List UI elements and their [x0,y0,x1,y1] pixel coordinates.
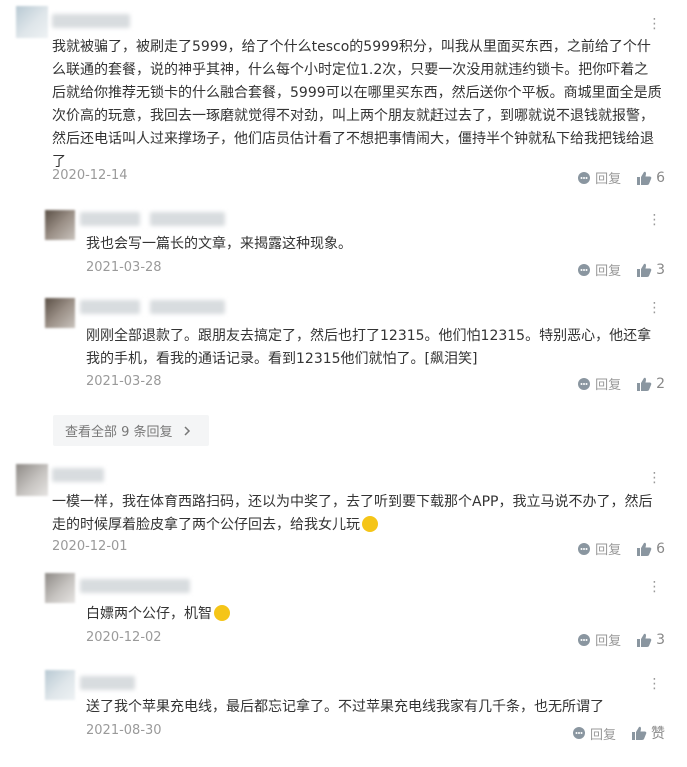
comment-text: 我也会写一篇长的文章，来揭露这种现象。 [86,236,352,252]
like-count: 2 [656,375,665,392]
view-all-replies-button[interactable]: 查看全部 9 条回复 [53,415,209,446]
username[interactable] [80,300,140,314]
like-button[interactable]: 2 [637,376,665,392]
comment-text: 我就被骗了，被刷走了5999，给了个什么tesco的5999积分，叫我从里面买东… [52,39,662,170]
reply-item: ⋮ 刚刚全部退款了。跟朋友去搞定了，然后也打了12315。他们怕12315。特别… [0,290,687,400]
like-button[interactable]: 6 [637,541,665,557]
reply-label: 回复 [595,172,622,187]
emoji-image: [飙泪笑] [424,351,478,367]
more-icon[interactable]: ⋮ [647,212,663,228]
comment-actions: 回复 6 [577,168,665,187]
comment-text: 送了我个苹果充电线，最后都忘记拿了。不过苹果充电线我家有几千条，也无所谓了 [86,699,604,715]
comment-text-body: 白嫖两个公仔，机智 [86,606,212,622]
more-icon[interactable]: ⋮ [647,579,663,595]
reply-button[interactable]: 回复 [577,260,621,279]
reply-label: 回复 [595,264,622,279]
comment-actions: 回复 3 [577,630,665,649]
avatar[interactable] [16,6,48,38]
reply-label: 回复 [589,727,616,743]
reply-icon [578,633,591,646]
reply-button[interactable]: 回复 [577,630,621,649]
reply-icon [578,263,591,276]
reply-label: 回复 [595,634,622,649]
like-icon [637,377,652,391]
like-button[interactable]: 6 [637,170,665,186]
username[interactable] [80,676,135,690]
like-button[interactable]: 3 [637,262,665,278]
reply-to-username[interactable] [150,300,225,314]
like-icon [637,542,652,556]
username[interactable] [52,468,104,482]
like-icon [632,726,647,740]
like-button[interactable]: 3 [637,632,665,648]
avatar[interactable] [45,210,75,240]
comment-date: 2020-12-01 [52,539,128,554]
reply-label: 回复 [595,378,622,393]
reply-icon [578,171,591,184]
more-icon[interactable]: ⋮ [647,470,663,486]
reply-to-username[interactable] [150,212,225,226]
reply-button[interactable]: 回复 [572,724,616,743]
reply-icon [578,377,591,390]
grin-sweat-emoji-icon [362,516,378,532]
comment-date: 2021-08-30 [86,723,162,738]
comment-actions: 回复 3 [577,260,665,279]
comment-date: 2020-12-02 [86,630,162,645]
comment-actions: 回复 赞 [572,723,665,743]
comment-item: ⋮ 一模一样，我在体育西路扫码，还以为中奖了，去了听到要下载那个APP，我立马说… [0,460,687,560]
reply-icon [572,727,585,739]
like-count: 6 [656,169,665,186]
reply-icon [578,542,591,555]
chevron-right-icon [184,425,190,436]
like-button[interactable]: 赞 [632,723,665,743]
comment-text: 刚刚全部退款了。跟朋友去搞定了，然后也打了12315。他们怕12315。特别恶心… [86,325,661,371]
comment-date: 2020-12-14 [52,168,128,183]
comment-actions: 回复 2 [577,374,665,393]
comment-text-body: 刚刚全部退款了。跟朋友去搞定了，然后也打了12315。他们怕12315。特别恶心… [86,328,652,367]
comment-text-body: 一模一样，我在体育西路扫码，还以为中奖了，去了听到要下载那个APP，我立马说不办… [52,494,653,533]
username[interactable] [80,212,140,226]
avatar[interactable] [16,464,48,496]
avatar[interactable] [45,573,75,603]
more-icon[interactable]: ⋮ [647,676,663,692]
comment-date: 2021-03-28 [86,260,162,275]
reply-item: ⋮ 我也会写一篇长的文章，来揭露这种现象。 2021-03-28 回复 3 [0,200,687,290]
like-count: 6 [656,540,665,557]
like-icon [637,633,652,647]
reply-button[interactable]: 回复 [577,168,621,187]
comment-item: ⋮ 我就被骗了，被刷走了5999，给了个什么tesco的5999积分，叫我从里面… [0,0,687,190]
avatar[interactable] [45,298,75,328]
more-icon[interactable]: ⋮ [647,16,663,32]
reply-item: ⋮ 白嫖两个公仔，机智 2020-12-02 回复 3 [0,565,687,655]
comment-actions: 回复 6 [577,539,665,558]
like-count: 3 [656,631,665,648]
reply-button[interactable]: 回复 [577,539,621,558]
like-icon [637,171,652,185]
reply-item: ⋮ 送了我个苹果充电线，最后都忘记拿了。不过苹果充电线我家有几千条，也无所谓了 … [0,660,687,760]
like-icon [637,263,652,277]
username[interactable] [52,14,130,28]
smart-face-emoji-icon [214,605,230,621]
reply-label: 回复 [595,543,622,558]
comment-text: 白嫖两个公仔，机智 [86,603,656,626]
avatar[interactable] [45,670,75,700]
reply-button[interactable]: 回复 [577,374,621,393]
comment-text: 一模一样，我在体育西路扫码，还以为中奖了，去了听到要下载那个APP，我立马说不办… [52,491,662,537]
comment-date: 2021-03-28 [86,374,162,389]
view-all-label: 查看全部 9 条回复 [65,425,173,440]
like-count: 3 [656,261,665,278]
like-count: 赞 [651,726,665,742]
more-icon[interactable]: ⋮ [647,300,663,316]
username[interactable] [80,579,190,593]
